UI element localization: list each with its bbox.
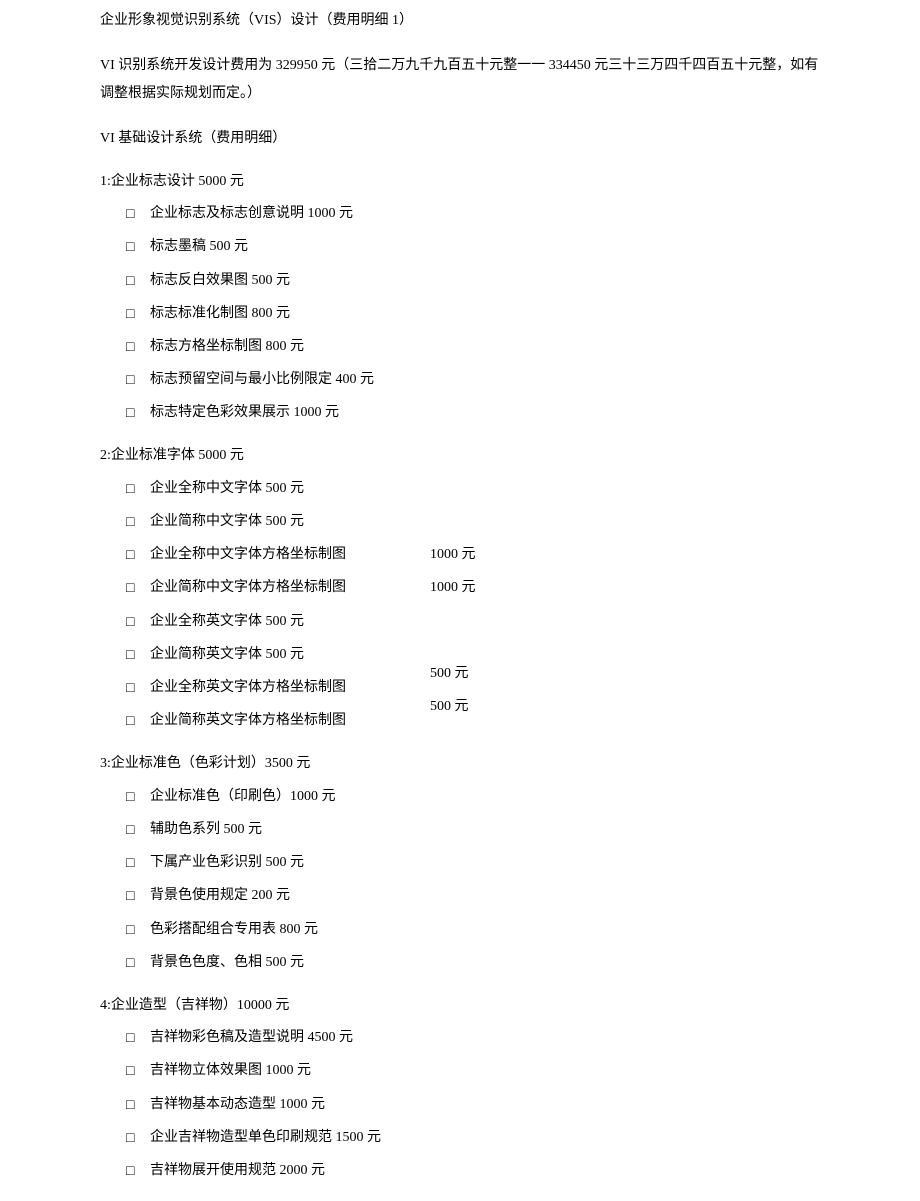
list-item: □背景色使用规定 200 元 — [100, 883, 820, 908]
item-label: 下属产业色彩识别 500 元 — [150, 850, 304, 875]
list-item: □标志反白效果图 500 元 — [100, 268, 820, 293]
section-head: 3:企业标准色（色彩计划）3500 元 — [100, 753, 820, 775]
list-item: □背景色色度、色相 500 元 — [100, 950, 820, 975]
item-label: 吉祥物展开使用规范 2000 元 — [150, 1158, 325, 1183]
list-item: □标志墨稿 500 元 — [100, 234, 820, 259]
checkbox-icon: □ — [126, 850, 144, 875]
document-title: 企业形象视觉识别系统（VIS）设计（费用明细 1） — [100, 10, 820, 32]
item-label: 企业全称中文字体 500 元 — [150, 476, 304, 501]
list-item: □企业标准色（印刷色）1000 元 — [100, 784, 820, 809]
item-label: 吉祥物基本动态造型 1000 元 — [150, 1092, 325, 1117]
item-label: 标志预留空间与最小比例限定 400 元 — [150, 367, 374, 392]
list-item: □企业简称英文字体方格坐标制图500 元 — [100, 708, 820, 733]
section-head: 1:企业标志设计 5000 元 — [100, 171, 820, 193]
checkbox-icon: □ — [126, 1092, 144, 1117]
checkbox-icon: □ — [126, 675, 144, 700]
sections-container: 1:企业标志设计 5000 元□企业标志及标志创意说明 1000 元□标志墨稿 … — [100, 171, 820, 1183]
item-price: 1000 元 — [410, 542, 476, 567]
section-head: 2:企业标准字体 5000 元 — [100, 445, 820, 467]
item-price: 1000 元 — [410, 575, 476, 600]
section-head: 4:企业造型（吉祥物）10000 元 — [100, 995, 820, 1017]
item-label: 标志方格坐标制图 800 元 — [150, 334, 304, 359]
item-label: 标志墨稿 500 元 — [150, 234, 248, 259]
list-item: □标志方格坐标制图 800 元 — [100, 334, 820, 359]
checkbox-icon: □ — [126, 1158, 144, 1183]
intro-paragraph: VI 识别系统开发设计费用为 329950 元（三拾二万九千九百五十元整一一 3… — [100, 52, 820, 108]
checkbox-icon: □ — [126, 575, 144, 600]
item-label: 背景色色度、色相 500 元 — [150, 950, 304, 975]
checkbox-icon: □ — [126, 609, 144, 634]
list-item: □企业全称中文字体方格坐标制图1000 元 — [100, 542, 820, 567]
list-item: □标志预留空间与最小比例限定 400 元 — [100, 367, 820, 392]
item-label: 企业全称英文字体方格坐标制图 — [150, 675, 410, 700]
checkbox-icon: □ — [126, 509, 144, 534]
item-label: 辅助色系列 500 元 — [150, 817, 262, 842]
item-label: 标志标准化制图 800 元 — [150, 301, 290, 326]
checkbox-icon: □ — [126, 367, 144, 392]
checkbox-icon: □ — [126, 883, 144, 908]
list-item: □企业吉祥物造型单色印刷规范 1500 元 — [100, 1125, 820, 1150]
item-label: 企业全称中文字体方格坐标制图 — [150, 542, 410, 567]
list-item: □色彩搭配组合专用表 800 元 — [100, 917, 820, 942]
checkbox-icon: □ — [126, 201, 144, 226]
checkbox-icon: □ — [126, 784, 144, 809]
list-item: □企业标志及标志创意说明 1000 元 — [100, 201, 820, 226]
item-label: 企业简称中文字体方格坐标制图 — [150, 575, 410, 600]
list-item: □吉祥物立体效果图 1000 元 — [100, 1058, 820, 1083]
checkbox-icon: □ — [126, 476, 144, 501]
list-item: □企业全称中文字体 500 元 — [100, 476, 820, 501]
item-label: 色彩搭配组合专用表 800 元 — [150, 917, 318, 942]
item-label: 标志特定色彩效果展示 1000 元 — [150, 400, 339, 425]
item-label: 吉祥物彩色稿及造型说明 4500 元 — [150, 1025, 353, 1050]
list-item: □企业全称英文字体 500 元 — [100, 609, 820, 634]
checkbox-icon: □ — [126, 542, 144, 567]
item-label: 企业标准色（印刷色）1000 元 — [150, 784, 336, 809]
subtitle: VI 基础设计系统（费用明细） — [100, 128, 820, 150]
checkbox-icon: □ — [126, 1025, 144, 1050]
list-item: □标志特定色彩效果展示 1000 元 — [100, 400, 820, 425]
checkbox-icon: □ — [126, 708, 144, 733]
item-label: 企业简称英文字体方格坐标制图 — [150, 708, 410, 733]
item-label: 背景色使用规定 200 元 — [150, 883, 290, 908]
checkbox-icon: □ — [126, 642, 144, 667]
list-item: □下属产业色彩识别 500 元 — [100, 850, 820, 875]
checkbox-icon: □ — [126, 334, 144, 359]
checkbox-icon: □ — [126, 301, 144, 326]
list-item: □吉祥物基本动态造型 1000 元 — [100, 1092, 820, 1117]
list-item: □吉祥物展开使用规范 2000 元 — [100, 1158, 820, 1183]
item-label: 企业全称英文字体 500 元 — [150, 609, 304, 634]
list-item: □企业简称中文字体方格坐标制图1000 元 — [100, 575, 820, 600]
list-item: □标志标准化制图 800 元 — [100, 301, 820, 326]
checkbox-icon: □ — [126, 1125, 144, 1150]
item-label: 企业吉祥物造型单色印刷规范 1500 元 — [150, 1125, 381, 1150]
item-price: 500 元 — [410, 661, 469, 686]
checkbox-icon: □ — [126, 950, 144, 975]
item-label: 标志反白效果图 500 元 — [150, 268, 290, 293]
item-label: 企业标志及标志创意说明 1000 元 — [150, 201, 353, 226]
list-item: □辅助色系列 500 元 — [100, 817, 820, 842]
item-label: 企业简称英文字体 500 元 — [150, 642, 304, 667]
checkbox-icon: □ — [126, 400, 144, 425]
item-label: 吉祥物立体效果图 1000 元 — [150, 1058, 311, 1083]
item-label: 企业简称中文字体 500 元 — [150, 509, 304, 534]
list-item: □企业简称中文字体 500 元 — [100, 509, 820, 534]
checkbox-icon: □ — [126, 917, 144, 942]
item-price: 500 元 — [410, 694, 469, 719]
checkbox-icon: □ — [126, 268, 144, 293]
list-item: □吉祥物彩色稿及造型说明 4500 元 — [100, 1025, 820, 1050]
checkbox-icon: □ — [126, 234, 144, 259]
checkbox-icon: □ — [126, 817, 144, 842]
checkbox-icon: □ — [126, 1058, 144, 1083]
